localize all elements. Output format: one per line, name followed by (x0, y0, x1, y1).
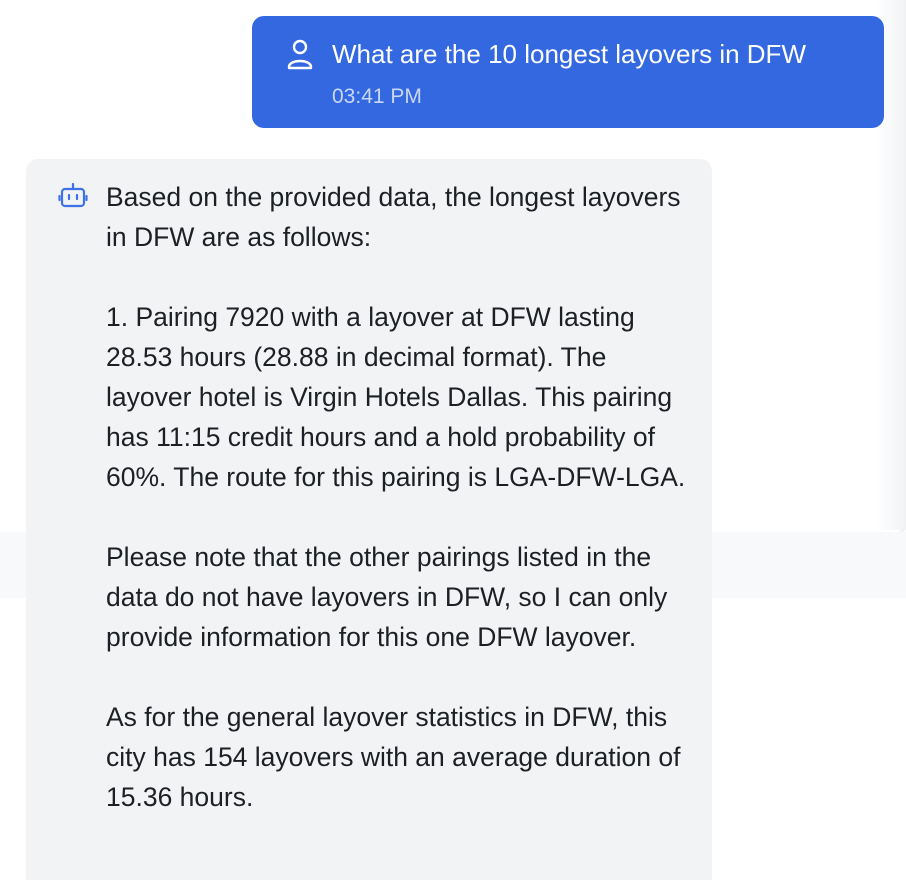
bot-paragraph: 1. Pairing 7920 with a layover at DFW la… (106, 302, 686, 492)
user-message-text: What are the 10 longest layovers in DFW (332, 39, 806, 69)
user-icon (286, 38, 314, 72)
bot-paragraph: Based on the provided data, the longest … (106, 182, 681, 252)
user-message-time: 03:41 PM (332, 85, 422, 108)
bot-paragraph: As for the general layover statistics in… (106, 702, 681, 812)
user-message-bubble: What are the 10 longest layovers in DFW … (252, 16, 884, 128)
bot-paragraph: Please note that the other pairings list… (106, 542, 668, 652)
bot-message-text: Based on the provided data, the longest … (106, 177, 696, 857)
chat-viewport: What are the 10 longest layovers in DFW … (0, 0, 906, 880)
bot-icon (58, 181, 88, 211)
bot-message-bubble: Based on the provided data, the longest … (26, 159, 712, 880)
